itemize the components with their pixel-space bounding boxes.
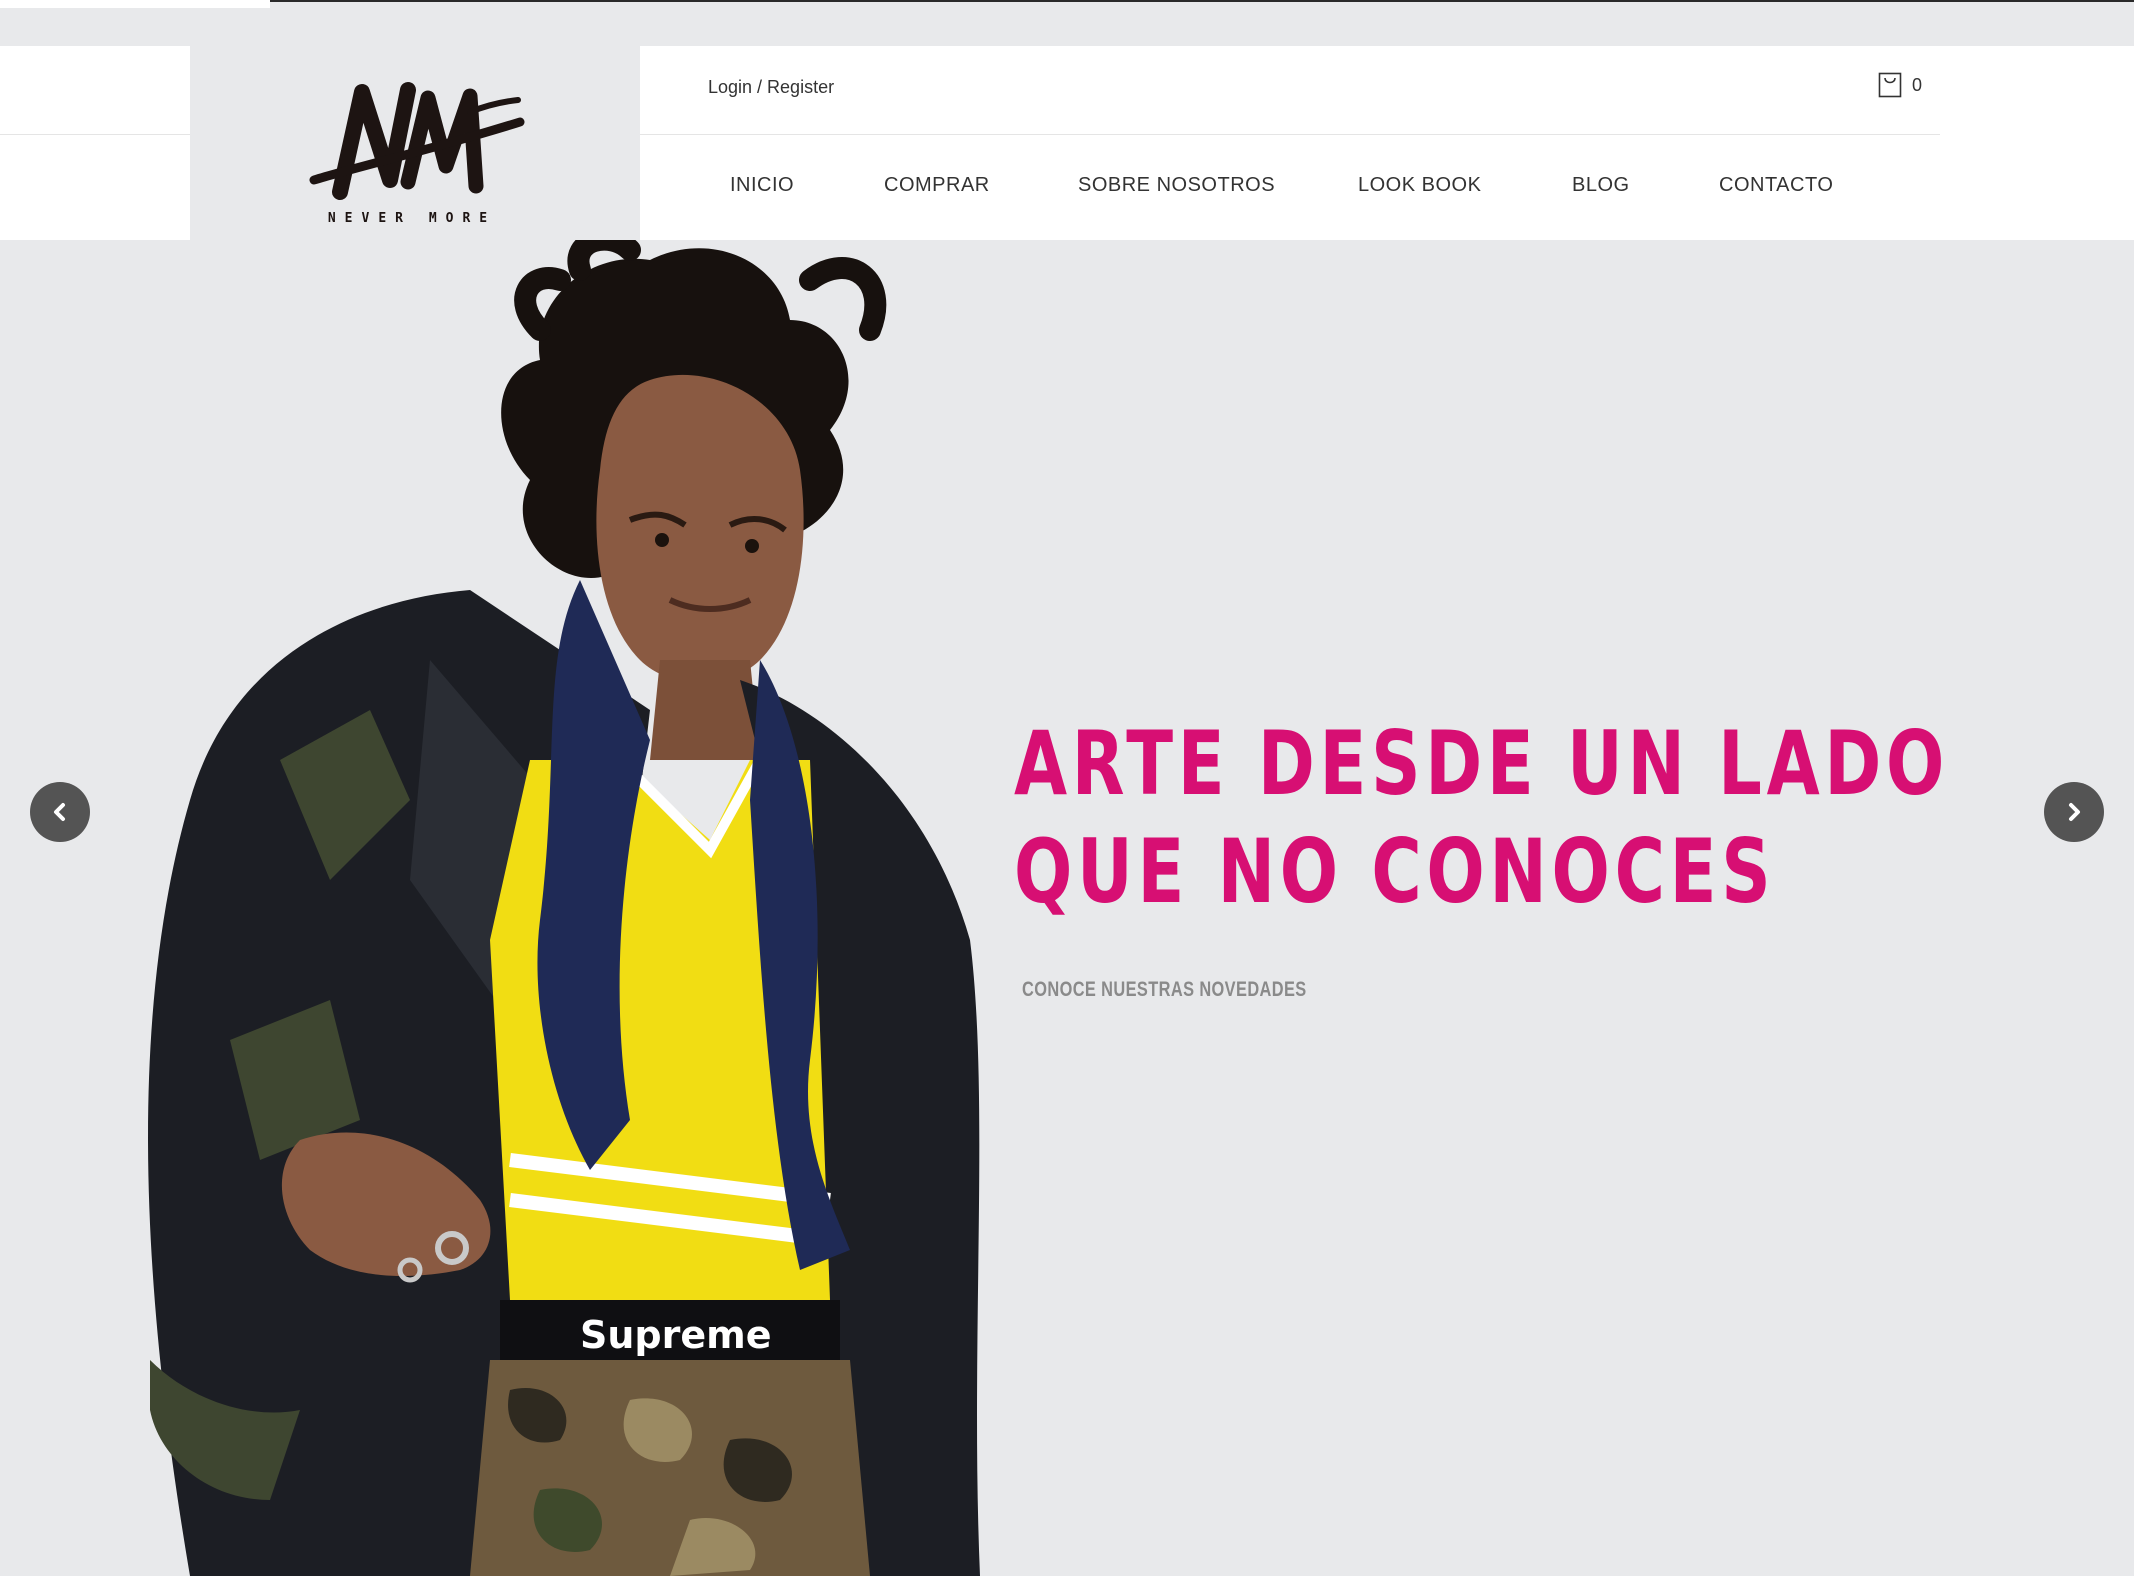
chevron-left-icon (54, 803, 65, 821)
logo-tagline: NEVER MORE (328, 211, 496, 226)
chevron-right-icon (2069, 803, 2080, 821)
hero-headline-line-1: ARTE DESDE UN LADO (1014, 712, 1950, 815)
hero-cta-link[interactable]: CONOCE NUESTRAS NOVEDADES (1022, 978, 1307, 1002)
hero-model-image: Supreme (148, 240, 980, 1576)
hero-headline-line-2: QUE NO CONOCES (1014, 820, 1776, 923)
nav-item-inicio[interactable]: INICIO (730, 174, 794, 197)
hero-slider: Supreme ARTE DESDE UN LADO QUE NO CONOCE… (0, 240, 2134, 1576)
header-divider (640, 134, 1940, 135)
nav-item-comprar[interactable]: COMPRAR (884, 174, 990, 197)
slider-prev-button[interactable] (30, 782, 90, 842)
login-register-link[interactable]: Login / Register (708, 77, 834, 98)
shopping-bag-icon (1878, 72, 1902, 98)
slider-next-button[interactable] (2044, 782, 2104, 842)
never-more-logo[interactable]: NEVER MORE (300, 62, 530, 232)
hero-headline: ARTE DESDE UN LADO QUE NO CONOCES (1014, 710, 1949, 926)
cart-count: 0 (1912, 74, 1923, 95)
header-main: Login / Register 0 INICIO COMPRAR SOBRE … (640, 46, 2134, 240)
logo-container[interactable]: NEVER MORE (190, 46, 640, 240)
loading-progress-bar (0, 0, 270, 8)
top-border (0, 0, 2134, 2)
cart-button[interactable]: 0 (1878, 72, 1922, 98)
waistband-logo: Supreme (580, 1313, 772, 1357)
nav-item-sobre-nosotros[interactable]: SOBRE NOSOTROS (1078, 174, 1275, 197)
header-divider (0, 134, 190, 135)
nav-item-look-book[interactable]: LOOK BOOK (1358, 174, 1481, 197)
header-left-panel (0, 46, 190, 240)
nav-item-blog[interactable]: BLOG (1572, 174, 1630, 197)
nav-item-contacto[interactable]: CONTACTO (1719, 174, 1833, 197)
